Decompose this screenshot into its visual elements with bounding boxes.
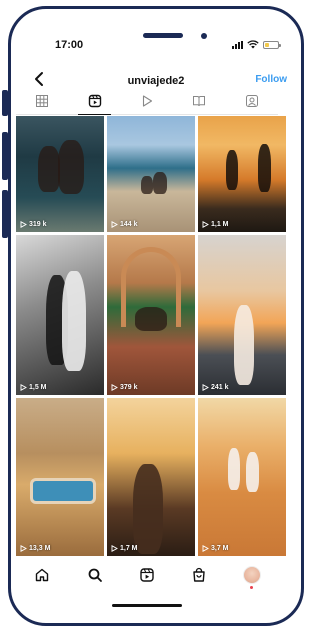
home-indicator (112, 604, 182, 607)
guide-icon (193, 96, 206, 107)
follow-button[interactable]: Follow (255, 74, 287, 85)
view-count-label: 1,5 M (29, 384, 47, 391)
reel-thumbnail[interactable]: 1,7 M (107, 398, 195, 556)
play-icon (20, 221, 27, 228)
camera-dot (201, 33, 207, 39)
speaker-notch (143, 33, 183, 38)
play-icon (111, 384, 118, 391)
play-icon (20, 545, 27, 552)
view-count-label: 241 k (211, 384, 229, 391)
play-icon (202, 384, 209, 391)
tagged-icon (245, 95, 258, 107)
reels-icon (88, 94, 101, 108)
home-icon (35, 568, 49, 582)
grid-icon (36, 95, 49, 107)
nav-reels[interactable] (135, 563, 159, 587)
reel-view-count: 1,1 M (202, 221, 229, 228)
reel-thumbnail[interactable]: 13,3 M (16, 398, 104, 556)
profile-avatar (242, 566, 261, 584)
reel-thumbnail[interactable]: 241 k (198, 235, 286, 395)
reels-grid: 319 k 144 k 1,1 M 1,5 M 379 k 241 k 13,3… (16, 116, 286, 556)
tab-tagged[interactable] (226, 88, 278, 114)
status-bar: 17:00 (11, 9, 301, 65)
play-icon (20, 384, 27, 391)
search-icon (88, 568, 102, 582)
reel-thumbnail[interactable]: 1,1 M (198, 116, 286, 232)
view-count-label: 144 k (120, 221, 138, 228)
reel-thumbnail[interactable]: 1,5 M (16, 235, 104, 395)
play-icon (142, 95, 153, 107)
signal-icon (232, 40, 243, 49)
status-icons (232, 40, 281, 49)
battery-icon (263, 40, 281, 49)
play-icon (202, 221, 209, 228)
nav-search[interactable] (83, 563, 107, 587)
view-count-label: 1,7 M (120, 545, 138, 552)
reel-view-count: 144 k (111, 221, 138, 228)
notification-dot (250, 586, 254, 589)
view-count-label: 3,7 M (211, 545, 229, 552)
play-icon (111, 221, 118, 228)
reels-icon (140, 568, 154, 582)
nav-home[interactable] (30, 563, 54, 587)
view-count-label: 379 k (120, 384, 138, 391)
tab-videos[interactable] (121, 88, 173, 114)
reel-view-count: 1,5 M (20, 384, 47, 391)
wifi-icon (247, 40, 259, 49)
view-count-label: 13,3 M (29, 545, 51, 552)
screenshot-page: 17:00 unviajede2 Follow 319 k 144 k 1,1 … (0, 0, 312, 631)
tab-reels[interactable] (68, 88, 120, 115)
shop-icon (193, 567, 206, 582)
profile-tabs (16, 88, 278, 115)
reel-view-count: 1,7 M (111, 545, 138, 552)
reel-view-count: 3,7 M (202, 545, 229, 552)
play-icon (111, 545, 118, 552)
nav-shop[interactable] (187, 563, 211, 587)
reel-thumbnail[interactable]: 379 k (107, 235, 195, 395)
reel-view-count: 241 k (202, 384, 229, 391)
status-time: 17:00 (55, 39, 84, 51)
reel-view-count: 379 k (111, 384, 138, 391)
bottom-nav (16, 560, 278, 590)
nav-profile[interactable] (240, 563, 264, 589)
tab-guides[interactable] (173, 88, 225, 114)
reel-view-count: 13,3 M (20, 545, 50, 552)
tab-grid[interactable] (16, 88, 68, 114)
view-count-label: 1,1 M (211, 221, 229, 228)
view-count-label: 319 k (29, 221, 47, 228)
reel-thumbnail[interactable]: 144 k (107, 116, 195, 232)
reel-view-count: 319 k (20, 221, 47, 228)
play-icon (202, 545, 209, 552)
reel-thumbnail[interactable]: 3,7 M (198, 398, 286, 556)
reel-thumbnail[interactable]: 319 k (16, 116, 104, 232)
